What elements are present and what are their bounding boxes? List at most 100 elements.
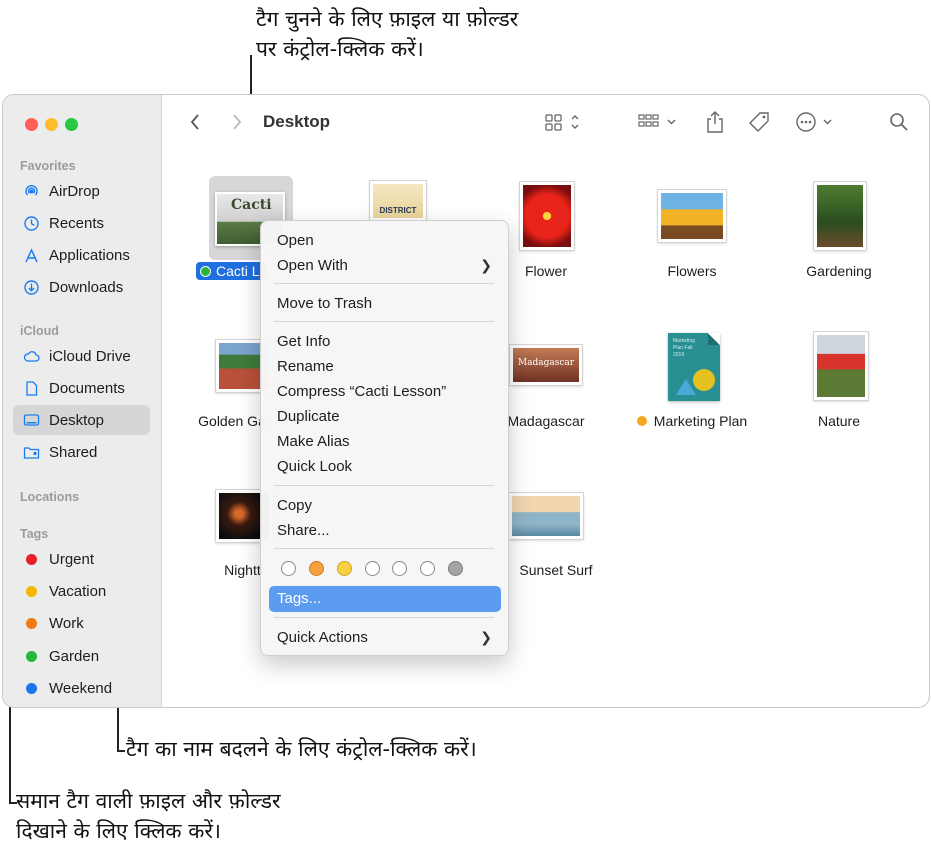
file-thumbnail	[814, 182, 866, 250]
sidebar-tag-weekend[interactable]: Weekend	[13, 673, 150, 703]
tag-color-yellow[interactable]	[337, 561, 352, 576]
sidebar-tag-work[interactable]: Work	[13, 608, 150, 638]
file-thumbnail	[509, 493, 583, 539]
share-icon[interactable]	[703, 109, 727, 135]
menu-separator	[274, 617, 494, 618]
thumbnail-shape	[676, 379, 696, 395]
menu-item-rename[interactable]: Rename	[277, 358, 334, 375]
sidebar-item-icloud-drive[interactable]: iCloud Drive	[13, 341, 150, 371]
sidebar-item-label: Work	[49, 614, 84, 632]
menu-item-move-to-trash[interactable]: Move to Trash	[277, 295, 372, 312]
file-name: Nature	[817, 413, 861, 429]
menu-item-duplicate[interactable]: Duplicate	[277, 408, 340, 425]
menu-separator	[274, 283, 494, 284]
callout-line: दिखाने के लिए क्लिक करें।	[16, 819, 221, 843]
file-tag-dot	[636, 416, 647, 426]
callout-line: पर कंट्रोल-क्लिक करें।	[256, 37, 424, 61]
close-window-button[interactable]	[25, 118, 38, 131]
menu-item-make-alias[interactable]: Make Alias	[277, 433, 350, 450]
tag-color-none[interactable]	[281, 561, 296, 576]
clock-icon	[23, 215, 40, 232]
file-name: Flowers	[667, 263, 717, 279]
sidebar-item-label: iCloud Drive	[49, 347, 131, 365]
thumbnail-text: DISTRICT	[379, 206, 417, 215]
sidebar-item-applications[interactable]: Applications	[13, 240, 150, 270]
document-icon	[23, 380, 40, 397]
menu-item-compress[interactable]: Compress “Cacti Lesson”	[277, 383, 446, 400]
grid-view-icon[interactable]	[543, 109, 585, 135]
zoom-window-button[interactable]	[65, 118, 78, 131]
file-name-text: Marketing Plan	[653, 413, 748, 429]
tag-color-gray[interactable]	[448, 561, 463, 576]
thumbnail-text: Madagascar	[517, 358, 575, 368]
tag-color-dot	[26, 617, 37, 629]
callout-show-tagged: समान टैग वाली फ़ाइल और फ़ोल्डर दिखाने के…	[16, 786, 281, 846]
menu-item-get-info[interactable]: Get Info	[277, 333, 330, 350]
tag-color-dot	[26, 585, 37, 597]
sidebar-tag-urgent[interactable]: Urgent	[13, 544, 150, 574]
sidebar-item-documents[interactable]: Documents	[13, 373, 150, 403]
leader-line	[117, 750, 125, 752]
file-name: Gardening	[806, 263, 872, 279]
callout-line: टैग चुनने के लिए फ़ाइल या फ़ोल्डर	[256, 7, 519, 31]
sidebar-item-label: Documents	[49, 379, 125, 397]
menu-item-open-with[interactable]: Open With	[277, 257, 348, 274]
minimize-window-button[interactable]	[45, 118, 58, 131]
sidebar-item-label: Desktop	[49, 411, 105, 429]
tag-color-option[interactable]	[365, 561, 380, 576]
sidebar-item-shared[interactable]: Shared	[13, 437, 150, 467]
tag-color-dot	[26, 682, 37, 694]
back-icon[interactable]	[185, 109, 205, 135]
file-thumbnail	[658, 190, 726, 242]
file-name-text: Cacti L	[216, 263, 260, 279]
sidebar-item-label: Shared	[49, 443, 98, 461]
file-thumbnail: Marketing Plan Fall 2019	[668, 333, 720, 401]
chevron-right-icon: ❯	[480, 629, 492, 645]
icloud-header: iCloud	[20, 324, 59, 338]
menu-separator	[274, 548, 494, 549]
callout-select-tag: टैग चुनने के लिए फ़ाइल या फ़ोल्डर पर कंट…	[256, 4, 518, 64]
tag-color-option[interactable]	[420, 561, 435, 576]
tag-color-orange[interactable]	[309, 561, 324, 576]
sidebar-item-label: Downloads	[49, 278, 124, 296]
sidebar-item-airdrop[interactable]: AirDrop	[13, 176, 150, 206]
thumbnail-text: Marketing Plan Fall 2019	[673, 338, 695, 358]
menu-item-share[interactable]: Share...	[277, 522, 330, 539]
desktop-icon	[23, 412, 40, 429]
menu-item-tags[interactable]: Tags...	[277, 590, 321, 607]
group-icon[interactable]	[637, 109, 681, 135]
favorites-header: Favorites	[20, 159, 76, 173]
file-tag-dot	[200, 265, 211, 277]
menu-item-copy[interactable]: Copy	[277, 497, 312, 514]
file-thumbnail: DISTRICT	[370, 181, 426, 221]
applications-icon	[23, 247, 40, 264]
thumbnail-text: Cacti	[231, 197, 272, 213]
search-icon[interactable]	[887, 109, 911, 135]
sidebar-item-desktop[interactable]: Desktop	[13, 405, 150, 435]
sidebar-item-label: AirDrop	[49, 182, 100, 200]
file-thumbnail	[814, 332, 868, 400]
sidebar-tag-vacation[interactable]: Vacation	[13, 576, 150, 606]
window-title: Desktop	[263, 112, 331, 131]
sidebar-item-recents[interactable]: Recents	[13, 208, 150, 238]
chevron-right-icon: ❯	[480, 257, 492, 273]
sidebar-item-label: Vacation	[49, 582, 107, 600]
tag-icon[interactable]	[746, 109, 772, 135]
file-thumbnail	[520, 182, 574, 250]
locations-header[interactable]: Locations	[20, 490, 79, 504]
file-name: Marketing Plan	[617, 413, 767, 429]
forward-icon[interactable]	[227, 109, 247, 135]
airdrop-icon	[23, 183, 40, 200]
tag-color-option[interactable]	[392, 561, 407, 576]
menu-item-quick-actions[interactable]: Quick Actions	[277, 629, 368, 646]
callout-line: समान टैग वाली फ़ाइल और फ़ोल्डर	[16, 789, 281, 813]
context-menu: Open Open With ❯ Move to Trash Get Info …	[260, 220, 509, 656]
tags-header[interactable]: Tags	[20, 527, 48, 541]
more-icon[interactable]	[795, 109, 839, 135]
menu-item-open[interactable]: Open	[277, 232, 314, 249]
download-icon	[23, 279, 40, 296]
sidebar-tag-garden[interactable]: Garden	[13, 641, 150, 671]
shared-folder-icon	[23, 444, 40, 461]
menu-item-quick-look[interactable]: Quick Look	[277, 458, 352, 475]
sidebar-item-downloads[interactable]: Downloads	[13, 272, 150, 302]
